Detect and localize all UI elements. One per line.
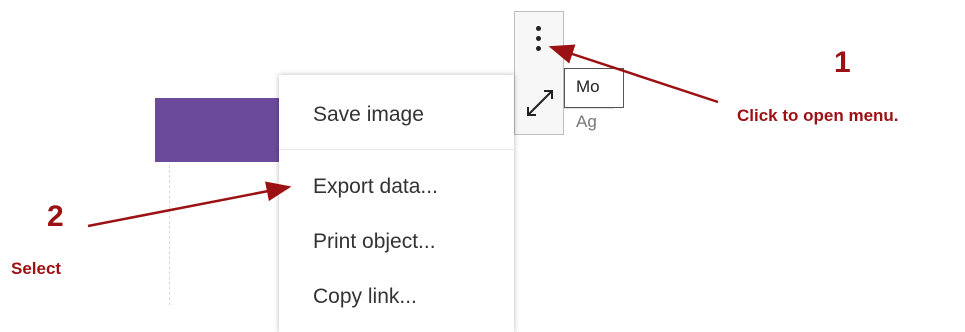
arrow-step1: [548, 44, 719, 104]
step2-number: 2: [47, 200, 64, 233]
step1-caption: Click to open menu.: [737, 106, 899, 125]
arrow-step2: [87, 181, 292, 228]
annotation-arrows: [87, 44, 719, 228]
step2-caption: Select: [11, 259, 62, 278]
step1-number: 1: [834, 46, 851, 79]
